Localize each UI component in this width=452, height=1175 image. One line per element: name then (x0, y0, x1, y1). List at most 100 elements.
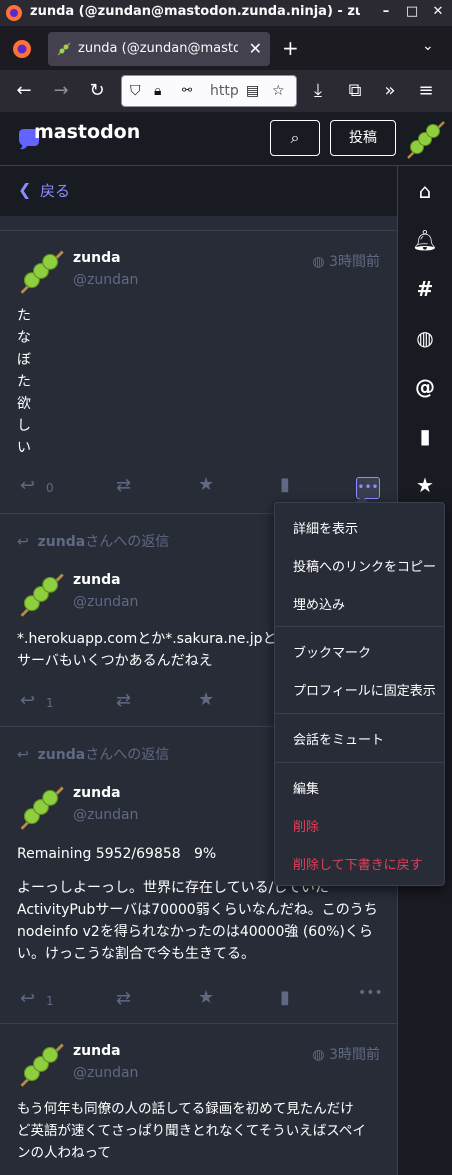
back-bar[interactable]: ❮ 戻る (0, 166, 397, 216)
bookmark-icon[interactable]: ▮ (280, 474, 290, 495)
status-item[interactable]: zunda @zundan ◍ 3時間前 た な ぼ た 欲 し い ↩ 0 ⇄… (0, 231, 397, 513)
menu-divider (275, 762, 444, 763)
reply-suffix: さんへの返信 (85, 747, 170, 763)
reply-suffix: さんへの返信 (85, 534, 170, 550)
mention-at-icon[interactable]: @ (412, 374, 438, 400)
back-label[interactable]: 戻る (40, 180, 70, 201)
status-item[interactable]: zunda @zundan ◍ 3時間前 もう何年も同僚の人の話してる録画を初め… (0, 1024, 397, 1175)
menu-item-pin[interactable]: プロフィールに固定表示 (293, 680, 436, 699)
notifications-bell-icon[interactable]: 🔔︎ (412, 227, 438, 253)
search-button[interactable]: ⌕ (270, 120, 320, 156)
close-window-icon[interactable]: ✕ (430, 4, 446, 20)
content-line: ど英語が速くてさっぱり聞きとれなくてそういえばスペイ (17, 1123, 366, 1139)
status-avatar[interactable] (17, 783, 65, 831)
display-name[interactable]: zunda (73, 250, 121, 266)
reply-indicator: ↩ zundaさんへの返信 (17, 744, 169, 764)
favourite-star-icon[interactable]: ★ (198, 689, 214, 710)
status-avatar[interactable] (17, 570, 65, 618)
reply-icon[interactable]: ↩ (20, 690, 35, 711)
account-handle[interactable]: @zundan (73, 1065, 138, 1081)
display-name[interactable]: zunda (73, 1043, 121, 1059)
status-avatar[interactable] (17, 247, 65, 295)
menu-item-copy-link[interactable]: 投稿へのリンクをコピー (293, 556, 436, 575)
content-line: な (17, 330, 31, 346)
reply-to-name[interactable]: zunda (38, 534, 86, 550)
tab-title: zunda (@zundan@mastodon.zunda.ninja) - z… (78, 41, 238, 56)
menu-item-mute[interactable]: 会話をミュート (293, 729, 384, 748)
downloads-icon[interactable]: ⤓ (306, 79, 330, 103)
firefox-view-icon[interactable] (12, 39, 32, 59)
favourite-star-icon[interactable]: ★ (198, 474, 214, 495)
display-name[interactable]: zunda (73, 785, 121, 801)
navigation-toolbar: ← → ↻ ⛉ 🔒︎ ⚯ http ▤ ☆ ⤓ ⧉ » ≡ (0, 70, 452, 112)
status-content: た な ぼ た 欲 し い (17, 305, 387, 459)
menu-item-delete-redraft[interactable]: 削除して下書きに戻す (293, 854, 423, 873)
status-time[interactable]: ◍ 3時間前 (312, 1044, 380, 1064)
permissions-icon[interactable]: ⚯ (182, 83, 192, 97)
globe-icon: ◍ (312, 1047, 325, 1063)
search-icon: ⌕ (290, 128, 300, 147)
content-line: ActivityPubサーバは70000弱くらいなんだね。このうち (17, 902, 378, 918)
reply-count: 1 (46, 696, 54, 710)
status-time[interactable]: ◍ 3時間前 (312, 251, 380, 271)
account-avatar[interactable] (404, 118, 446, 160)
time-label: 3時間前 (329, 254, 380, 270)
menu-item-edit[interactable]: 編集 (293, 778, 319, 797)
reply-icon[interactable]: ↩ (20, 988, 35, 1009)
bookmark-icon[interactable]: ▮ (280, 987, 290, 1008)
hashtag-icon[interactable]: # (412, 276, 438, 302)
account-handle[interactable]: @zundan (73, 272, 138, 288)
content-line: し (17, 418, 31, 434)
overflow-chevron-icon[interactable]: » (378, 79, 402, 103)
mastodon-logo-text[interactable]: mastodon (34, 121, 140, 143)
bookmark-star-icon[interactable]: ☆ (272, 83, 285, 99)
new-tab-icon[interactable]: + (282, 36, 299, 60)
favourites-star-icon[interactable]: ★ (412, 472, 438, 498)
forward-arrow-icon[interactable]: → (49, 79, 73, 103)
account-handle[interactable]: @zundan (73, 594, 138, 610)
active-tab[interactable]: zunda (@zundan@mastodon.zunda.ninja) - z… (48, 32, 270, 66)
menu-item-open[interactable]: 詳細を表示 (293, 518, 358, 537)
favourite-star-icon[interactable]: ★ (198, 987, 214, 1008)
minimize-icon[interactable]: – (378, 4, 394, 20)
boost-icon[interactable]: ⇄ (116, 988, 131, 1009)
display-name[interactable]: zunda (73, 572, 121, 588)
window-titlebar: zunda (@zundan@mastodon.zunda.ninja) - z… (0, 0, 452, 26)
boost-icon[interactable]: ⇄ (116, 475, 131, 496)
time-label: 3時間前 (329, 1047, 380, 1063)
dango-favicon-icon (57, 42, 71, 56)
window-title: zunda (@zundan@mastodon.zunda.ninja) - z… (30, 4, 360, 19)
reply-small-icon: ↩ (17, 747, 29, 763)
status-content: もう何年も同僚の人の話してる録画を初めて見たんだけ ど英語が速くてさっぱり聞きと… (17, 1098, 387, 1164)
menu-item-delete[interactable]: 削除 (293, 816, 319, 835)
boost-icon[interactable]: ⇄ (116, 690, 131, 711)
chevron-left-icon: ❮ (18, 180, 32, 199)
status-avatar[interactable] (17, 1040, 65, 1088)
shield-icon[interactable]: ⛉ (130, 83, 141, 99)
url-bar[interactable]: ⛉ 🔒︎ ⚯ http ▤ ☆ (121, 75, 297, 107)
reply-to-name[interactable]: zunda (38, 747, 86, 763)
reply-icon[interactable]: ↩ (20, 475, 35, 496)
reader-view-icon[interactable]: ▤ (246, 83, 259, 99)
content-line: た (17, 374, 31, 390)
menu-divider (275, 626, 444, 627)
home-icon[interactable]: ⌂ (412, 178, 438, 204)
bookmarks-icon[interactable]: ▮ (412, 423, 438, 449)
tab-list-icon[interactable]: ⌄ (422, 38, 434, 54)
reload-icon[interactable]: ↻ (85, 79, 109, 103)
content-line: ンの人わねって (17, 1145, 111, 1161)
close-tab-icon[interactable]: ✕ (249, 39, 262, 58)
account-handle[interactable]: @zundan (73, 807, 138, 823)
more-options-icon[interactable]: ••• (358, 985, 383, 1001)
content-line: nodeinfo v2を得られなかったのは40000強 (60%)くら (17, 924, 373, 940)
globe-icon[interactable]: ◍ (412, 325, 438, 351)
back-arrow-icon[interactable]: ← (12, 79, 36, 103)
content-line: い。けっこうな割合で今も生きてる。 (17, 946, 255, 962)
extensions-icon[interactable]: ⧉ (343, 79, 367, 103)
menu-item-bookmark[interactable]: ブックマーク (293, 642, 371, 661)
menu-item-embed[interactable]: 埋め込み (293, 594, 345, 613)
post-button[interactable]: 投稿 (330, 120, 396, 156)
hamburger-menu-icon[interactable]: ≡ (414, 79, 438, 103)
maximize-icon[interactable]: □ (404, 4, 420, 20)
url-text: http (210, 83, 239, 99)
